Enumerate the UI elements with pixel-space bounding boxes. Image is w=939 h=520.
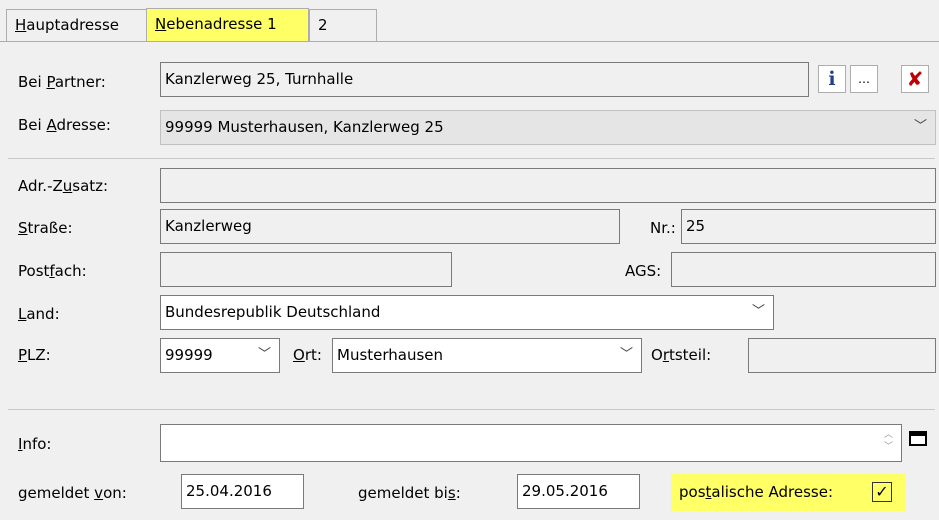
scroll-down-icon[interactable]: ﹀ [884, 441, 893, 453]
checkmark-icon: ✓ [875, 482, 889, 501]
adresse-select[interactable]: 99999 Musterhausen, Kanzlerweg 25 ﹀ [160, 110, 936, 145]
partner-field[interactable]: Kanzlerweg 25, Turnhalle [160, 62, 809, 97]
ellipsis-icon: … [858, 72, 870, 86]
ortsteil-field[interactable] [748, 338, 936, 373]
ort-select[interactable]: Musterhausen ﹀ [332, 338, 642, 373]
land-select[interactable]: Bundesrepublik Deutschland ﹀ [160, 295, 774, 330]
tab-nebenadresse-1[interactable]: Nebenadresse 1 [146, 8, 309, 42]
gemeldet-von-label: gemeldet von: [18, 484, 127, 502]
strasse-field[interactable]: Kanzlerweg [160, 209, 620, 244]
info-button[interactable]: i [818, 65, 846, 93]
zusatz-label: Adr.-Zusatz: [18, 177, 109, 195]
info-icon: i [828, 68, 836, 90]
maximize-icon[interactable] [909, 431, 927, 446]
chevron-down-icon: ﹀ [913, 119, 927, 134]
zusatz-field[interactable] [160, 168, 936, 203]
info-label: Info: [18, 435, 52, 453]
delete-x-icon: ✘ [906, 67, 924, 91]
postalische-adresse-label: postalische Adresse: [679, 483, 833, 501]
info-textarea[interactable]: ︿ ﹀ [160, 424, 902, 462]
tab-strip: Hauptadresse Nebenadresse 1 2 [0, 0, 939, 42]
adresse-label: Bei Adresse: [18, 116, 111, 134]
gemeldet-bis-label: gemeldet bis: [358, 484, 461, 502]
ortsteil-label: Ortsteil: [651, 346, 712, 364]
strasse-label: Straße: [18, 219, 73, 237]
delete-button[interactable]: ✘ [901, 65, 929, 93]
chevron-down-icon: ﹀ [751, 304, 765, 319]
chevron-down-icon: ﹀ [619, 347, 633, 362]
nr-field[interactable]: 25 [681, 209, 936, 244]
postfach-label: Postfach: [18, 262, 87, 280]
chevron-down-icon: ﹀ [257, 347, 271, 362]
postalische-adresse-group: postalische Adresse: ✓ [671, 473, 906, 511]
nr-label: Nr.: [650, 219, 676, 237]
textarea-scrollbar[interactable]: ︿ ﹀ [884, 429, 893, 453]
browse-button[interactable]: … [850, 65, 878, 93]
plz-select[interactable]: 99999 ﹀ [160, 338, 280, 373]
partner-label: Bei Partner: [18, 73, 106, 91]
separator [8, 409, 935, 410]
tab-2[interactable]: 2 [309, 9, 377, 41]
ort-label: Ort: [293, 346, 322, 364]
ags-label: AGS: [625, 262, 662, 280]
tab-hauptadresse[interactable]: Hauptadresse [6, 9, 147, 41]
gemeldet-von-field[interactable]: 25.04.2016 [181, 474, 304, 509]
ags-field[interactable] [671, 252, 936, 287]
postfach-field[interactable] [160, 252, 452, 287]
gemeldet-bis-field[interactable]: 29.05.2016 [517, 474, 640, 509]
separator [8, 158, 935, 159]
plz-label: PLZ: [18, 346, 51, 364]
land-label: Land: [18, 305, 60, 323]
tab-baseline [0, 41, 939, 42]
scroll-up-icon[interactable]: ︿ [884, 429, 893, 441]
postalische-adresse-checkbox[interactable]: ✓ [872, 482, 892, 502]
